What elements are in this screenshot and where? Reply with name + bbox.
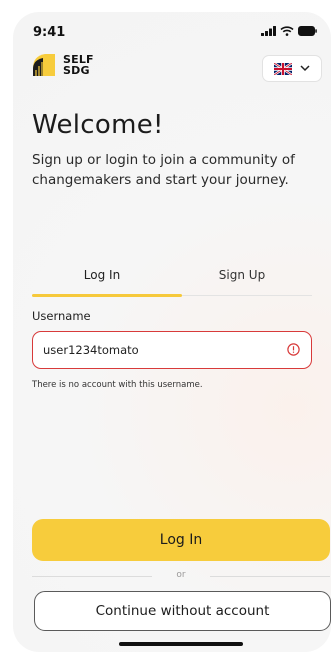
wifi-icon [280, 26, 294, 36]
status-time: 9:41 [33, 25, 66, 40]
continue-without-account-button[interactable]: Continue without account [34, 591, 331, 631]
error-icon [287, 343, 300, 356]
active-tab-indicator [32, 294, 182, 297]
username-label: Username [32, 309, 91, 323]
divider-line-right [210, 576, 330, 577]
brand-name: SELF SDG [63, 54, 94, 76]
login-button[interactable]: Log In [32, 519, 330, 561]
tab-signup[interactable]: Sign Up [172, 262, 312, 296]
home-indicator [119, 642, 243, 646]
welcome-title: Welcome! [32, 110, 164, 140]
signal-icon [261, 26, 276, 36]
status-icons [261, 26, 317, 36]
status-bar: 9:41 [13, 12, 331, 48]
app-screen: 9:41 SELF SDG Welcome! Sign up or login … [13, 12, 331, 652]
brand-line-2: SDG [63, 64, 90, 77]
tab-login[interactable]: Log In [32, 262, 172, 296]
logo-mark-icon [33, 54, 55, 76]
or-divider: or [32, 570, 330, 582]
welcome-subtitle: Sign up or login to join a community of … [32, 152, 295, 188]
chevron-down-icon [300, 65, 310, 72]
auth-tabs: Log In Sign Up [32, 262, 312, 297]
username-error-message: There is no account with this username. [32, 380, 203, 390]
brand-logo: SELF SDG [31, 52, 94, 78]
battery-icon [298, 26, 317, 36]
divider-text: or [176, 570, 186, 580]
uk-flag-icon [274, 62, 292, 75]
username-input[interactable] [32, 331, 312, 369]
language-selector[interactable] [262, 55, 322, 82]
